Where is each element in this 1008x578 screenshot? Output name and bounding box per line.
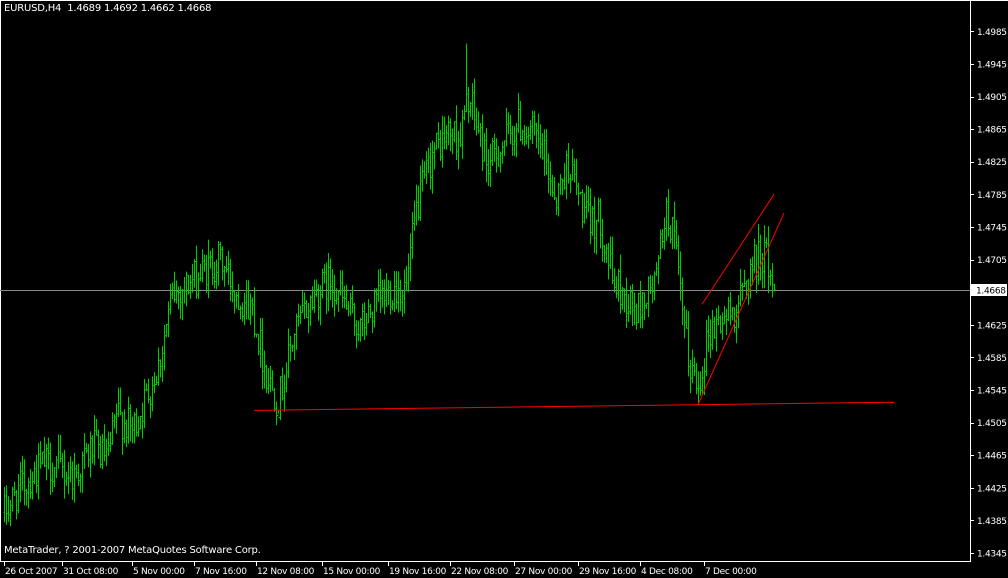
price-tick-label: 1.4585 [977,354,1007,364]
price-tick-label: 1.4825 [977,158,1007,168]
ohlc-values: 1.4689 1.4692 1.4662 1.4668 [67,3,212,14]
price-tick-label: 1.4505 [977,419,1007,429]
time-tick-label: 31 Oct 08:00 [63,567,119,577]
price-tick-label: 1.4945 [977,60,1007,70]
time-tick-label: 26 Oct 2007 [5,567,57,577]
price-chart[interactable]: 1.4985 1.4945 1.4905 1.4865 1.4825 1.4785 1.47… [0,0,1008,578]
time-tick-label: 15 Nov 00:00 [323,567,381,577]
price-tick-label: 1.4705 [977,256,1007,266]
time-tick-label: 29 Nov 16:00 [579,567,637,577]
price-tick-label: 1.4345 [977,550,1007,560]
symbol-timeframe: EURUSD,H4 [4,3,62,14]
time-tick-label: 12 Nov 08:00 [257,567,315,577]
current-price-label: 1.4668 [971,284,1007,297]
price-tick-label: 1.4465 [977,452,1007,462]
price-tick-label: 1.4865 [977,126,1007,136]
price-tick-label: 1.4785 [977,191,1007,201]
time-tick-label: 7 Dec 00:00 [705,567,757,577]
current-price-label-layer: 1.4668 [971,284,1007,297]
price-tick-label: 1.4425 [977,484,1007,494]
time-tick-label: 19 Nov 16:00 [389,567,447,577]
time-tick-label: 22 Nov 08:00 [451,567,509,577]
chart-background [0,0,1008,578]
price-tick-label: 1.4745 [977,223,1007,233]
chart-header: EURUSD,H4 1.4689 1.4692 1.4662 1.4668 [4,3,211,14]
price-tick-label: 1.4625 [977,321,1007,331]
time-tick-label: 4 Dec 08:00 [641,567,693,577]
time-tick-label: 27 Nov 00:00 [515,567,573,577]
chart-window[interactable]: 1.4985 1.4945 1.4905 1.4865 1.4825 1.4785 1.47… [0,0,1008,578]
price-tick-label: 1.4985 [977,28,1007,38]
time-tick-label: 5 Nov 00:00 [133,567,185,577]
price-tick-label: 1.4545 [977,386,1007,396]
price-tick-label: 1.4385 [977,517,1007,527]
copyright-text: MetaTrader, ? 2001-2007 MetaQuotes Softw… [4,545,261,556]
time-tick-label: 7 Nov 16:00 [195,567,247,577]
price-tick-label: 1.4905 [977,93,1007,103]
current-price-value: 1.4668 [976,287,1006,297]
